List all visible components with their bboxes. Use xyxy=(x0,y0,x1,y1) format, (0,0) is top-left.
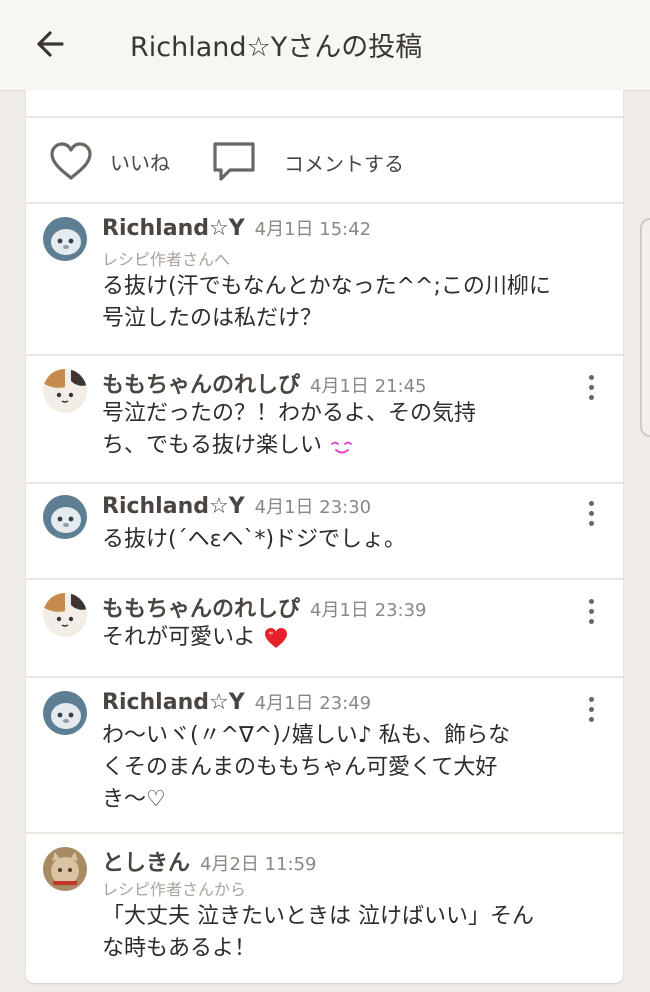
timestamp: 4月1日 23:39 xyxy=(310,600,427,621)
red-heart-emoji xyxy=(264,628,287,648)
avatar[interactable] xyxy=(43,847,87,891)
username[interactable]: Richland☆Y xyxy=(102,690,245,715)
avatar[interactable] xyxy=(43,217,87,261)
comment-item: としきん 4月2日 11:59 レシピ作者さんから 「大丈夫 泣きたいときは 泣… xyxy=(26,834,623,982)
page-title: Richland☆Yさんの投稿 xyxy=(130,32,423,63)
timestamp: 4月1日 23:49 xyxy=(254,693,372,714)
comment-label: コメントする xyxy=(284,151,404,176)
comment-line: わ〜いヾ(〃^∇^)ﾉ嬉しい♪ 私も、飾らな xyxy=(102,723,511,748)
comment-line: る抜け(汗でもなんとかなった^^;この川柳に xyxy=(102,274,551,299)
heart-outline-icon xyxy=(50,142,92,180)
username[interactable]: ももちゃんのれしぴ xyxy=(102,367,300,399)
author-note: レシピ作者さんから xyxy=(102,880,247,899)
comment-header: Richland☆Y 4月1日 15:42 xyxy=(102,215,371,241)
comment-text: 号泣だったの？！わかるよ、その気持 ち、でもる抜け楽しい xyxy=(102,398,476,462)
avatar[interactable] xyxy=(43,369,87,413)
username[interactable]: としきん xyxy=(102,845,190,877)
username[interactable]: Richland☆Y xyxy=(102,494,245,519)
comment-line: 号泣したのは私だけ？ xyxy=(102,306,323,331)
comment-text: わ〜いヾ(〃^∇^)ﾉ嬉しい♪ 私も、飾らな くそのまんまのももちゃん可愛くて大… xyxy=(102,720,510,816)
comment-button[interactable]: コメントする xyxy=(210,140,404,184)
more-options-button[interactable] xyxy=(582,696,602,726)
smile-emoji xyxy=(331,441,352,454)
comment-text: 「大丈夫 泣きたいときは 泣けばいい」そん な時もあるよ！ xyxy=(102,901,534,965)
comment-header: ももちゃんのれしぴ 4月1日 23:39 xyxy=(102,591,427,623)
comment-line: き〜♡ xyxy=(102,787,166,812)
scroll-edge-handle[interactable] xyxy=(640,218,650,437)
author-note: レシピ作者さんへ xyxy=(102,250,231,269)
comment-line: 「大丈夫 泣きたいときは 泣けばいい」そん xyxy=(102,904,534,929)
avatar[interactable] xyxy=(43,495,87,539)
comment-line: ち、でもる抜け楽しい xyxy=(102,433,323,458)
timestamp: 4月1日 15:42 xyxy=(254,219,372,240)
back-button[interactable] xyxy=(30,24,74,64)
comment-line: 号泣だったの？！わかるよ、その気持 xyxy=(102,401,477,426)
comment-text: る抜け(汗でもなんとかなった^^;この川柳に 号泣したのは私だけ？ xyxy=(102,271,551,335)
username[interactable]: ももちゃんのれしぴ xyxy=(102,591,300,623)
comment-line-with-emoji: ち、でもる抜け楽しい xyxy=(102,430,476,462)
avatar[interactable] xyxy=(43,691,87,735)
more-options-button[interactable] xyxy=(582,374,602,404)
comment-item: ももちゃんのれしぴ 4月1日 21:45 号泣だったの？！わかるよ、その気持 ち… xyxy=(26,356,623,482)
like-button[interactable]: いいね xyxy=(48,140,170,182)
divider xyxy=(26,116,623,118)
like-label: いいね xyxy=(110,150,170,175)
more-options-button[interactable] xyxy=(582,500,602,530)
timestamp: 4月2日 11:59 xyxy=(200,854,317,875)
comment-header: Richland☆Y 4月1日 23:30 xyxy=(102,493,371,519)
username[interactable]: Richland☆Y xyxy=(102,216,245,241)
comment-line: それが可愛いよ xyxy=(102,625,256,650)
comment-header: Richland☆Y 4月1日 23:49 xyxy=(102,689,371,715)
comment-text: それが可愛いよ xyxy=(102,622,289,654)
comment-line: な時もあるよ！ xyxy=(102,936,257,961)
comment-item: Richland☆Y 4月1日 23:49 わ〜いヾ(〃^∇^)ﾉ嬉しい♪ 私も… xyxy=(26,678,623,832)
comment-line-with-emoji: それが可愛いよ xyxy=(102,622,289,654)
timestamp: 4月1日 21:45 xyxy=(310,376,427,397)
arrow-left-icon xyxy=(37,31,64,57)
avatar[interactable] xyxy=(43,593,87,637)
comment-line: る抜け(´ヘεヘ`*)ドジでしょ。 xyxy=(102,527,407,552)
app-bar: Richland☆Yさんの投稿 xyxy=(0,0,650,91)
comment-header: としきん 4月2日 11:59 xyxy=(102,845,317,877)
speech-bubble-icon xyxy=(213,142,255,181)
comment-item: Richland☆Y 4月1日 15:42 レシピ作者さんへ る抜け(汗でもなん… xyxy=(26,204,623,354)
comment-header: ももちゃんのれしぴ 4月1日 21:45 xyxy=(102,367,427,399)
comment-item: ももちゃんのれしぴ 4月1日 23:39 それが可愛いよ xyxy=(26,580,623,676)
more-options-button[interactable] xyxy=(582,598,602,628)
comment-line: くそのまんまのももちゃん可愛くて大好 xyxy=(102,755,498,780)
comment-text: る抜け(´ヘεヘ`*)ドジでしょ。 xyxy=(102,524,406,556)
timestamp: 4月1日 23:30 xyxy=(254,497,372,518)
comment-item: Richland☆Y 4月1日 23:30 る抜け(´ヘεヘ`*)ドジでしょ。 xyxy=(26,484,623,578)
comments-card: いいね コメントする Richland☆Y 4月1日 15:42 レシピ作者さん… xyxy=(26,90,623,983)
